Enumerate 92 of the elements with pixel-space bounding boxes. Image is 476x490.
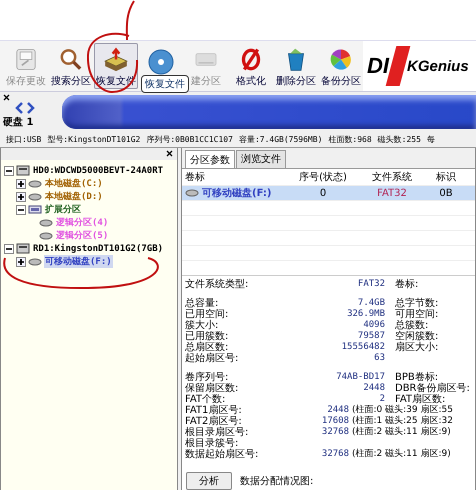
- close-icon: [166, 150, 173, 157]
- field-value: (柱面:2 磁头:11 扇区:9): [351, 427, 452, 438]
- partition-icon: [28, 204, 42, 215]
- field-label: 总容量:: [185, 298, 220, 309]
- disk-info-text: 容量:7.4GB(7596MB): [238, 134, 322, 145]
- column-header[interactable]: 标识: [432, 170, 460, 184]
- disk-info-text: 磁头数:255: [378, 134, 421, 145]
- disk-info-text: 柱面数:968: [328, 134, 372, 145]
- field-label: 数据起始扇区号:: [185, 449, 260, 460]
- field-value: 2448: [362, 383, 385, 394]
- field-label: FAT1扇区号:: [185, 405, 243, 416]
- field-label: 总扇区数:: [185, 342, 230, 353]
- table-row[interactable]: 可移动磁盘(F:) 0 FAT32 0B: [182, 186, 475, 201]
- disc-icon: [146, 47, 176, 77]
- field-label: 可用空间:: [394, 309, 440, 320]
- disk-info-text: 接口:USB: [6, 134, 42, 145]
- drive-icon: [39, 230, 53, 241]
- field-label: 已用簇数:: [185, 331, 230, 342]
- field-label: 卷序列号:: [185, 372, 230, 383]
- logo: DI KGenius: [363, 41, 476, 91]
- field-value: 15556482: [340, 342, 385, 353]
- column-header[interactable]: 卷标: [182, 170, 294, 184]
- field-label: 保留扇区数:: [185, 383, 240, 394]
- drive-icon: [28, 191, 42, 202]
- tree-item[interactable]: RD1:KingstonDT101G2(7GB): [32, 244, 164, 254]
- field-value: (柱面:2 磁头:11 扇区:9): [351, 449, 452, 460]
- field-label: 空闲簇数:: [394, 331, 440, 342]
- column-header[interactable]: 序号(状态): [294, 170, 352, 184]
- field-label: 总簇数:: [394, 320, 430, 331]
- tab[interactable]: 分区参数: [185, 150, 235, 168]
- drive-icon: [39, 217, 53, 228]
- expand-icon[interactable]: [16, 256, 26, 266]
- field-label: 总字节数:: [394, 298, 440, 309]
- field-value: 79587: [356, 331, 385, 342]
- close-icon: [3, 94, 10, 101]
- field-label: 根目录扇区号:: [185, 427, 250, 438]
- field-label: 已用空间:: [185, 309, 230, 320]
- field-value: 326.9MB: [346, 309, 385, 320]
- field-label: 扇区大小:: [394, 342, 440, 353]
- disk-info-text: 每: [426, 134, 435, 145]
- tooltip: 恢复文件: [141, 75, 189, 93]
- tree-item[interactable]: 本地磁盘(C:): [44, 177, 104, 190]
- field-label: DBR备份扇区号:: [394, 383, 471, 394]
- disk-label: 硬盘 1: [3, 116, 34, 129]
- field-value: 63: [373, 353, 385, 364]
- column-header[interactable]: 文件系统: [352, 170, 432, 184]
- drive-icon: [28, 256, 42, 267]
- tree-item[interactable]: 本地磁盘(D:): [44, 190, 104, 203]
- field-value: 7.4GB: [356, 298, 385, 309]
- collapse-icon[interactable]: [4, 166, 14, 176]
- tree-item[interactable]: 可移动磁盘(F:): [44, 255, 113, 268]
- analyze-button[interactable]: 分析: [186, 472, 232, 490]
- field-label: 簇大小:: [185, 320, 220, 331]
- field-value: 32768: [320, 427, 349, 438]
- field-value: 32768: [320, 449, 349, 460]
- field-value: 17608: [320, 416, 349, 427]
- partition-bar[interactable]: [62, 95, 476, 129]
- drive-icon: [185, 188, 199, 198]
- field-value: 4096: [362, 320, 385, 331]
- field-label: 起始扇区号:: [185, 353, 240, 364]
- allocation-label: 数据分配情况图:: [240, 474, 314, 488]
- field-label: FAT个数:: [185, 394, 226, 405]
- expand-icon[interactable]: [16, 192, 26, 202]
- collapse-icon[interactable]: [4, 244, 14, 254]
- table-cell-text: FAT32: [376, 188, 408, 198]
- drive-icon: [28, 178, 42, 189]
- field-label: FAT扇区数:: [395, 394, 446, 405]
- field-value: 74AB-BD17: [335, 372, 385, 383]
- toolbar-button[interactable]: 搜索分区: [49, 43, 93, 89]
- expand-icon[interactable]: [16, 178, 26, 188]
- field-value: 2448: [326, 405, 349, 416]
- toolbar-button[interactable]: 删除分区: [274, 43, 318, 89]
- toolbar-button[interactable]: 格式化: [229, 43, 273, 89]
- tree-item[interactable]: HD0:WDCWD5000BEVT-24A0RT: [32, 166, 164, 176]
- toolbar-button[interactable]: 备份分区: [319, 43, 363, 89]
- disk-info-text: 序列号:0B0B1CC1C107: [146, 134, 233, 145]
- field-value: 2: [378, 394, 385, 405]
- table-cell-text: 0: [318, 188, 328, 198]
- field-label: FAT2扇区号:: [185, 416, 243, 427]
- collapse-icon[interactable]: [16, 204, 26, 214]
- field-label: 文件系统类型:: [185, 279, 250, 290]
- field-label: BPB卷标:: [394, 372, 438, 383]
- disk-info-text: 型号:KingstonDT101G2: [47, 134, 140, 145]
- table-cell-text: 0B: [438, 188, 454, 198]
- field-value: (柱面:0 磁头:39 扇区:55: [351, 405, 454, 416]
- table-cell-text: 可移动磁盘(F:): [202, 186, 272, 200]
- tab[interactable]: 浏览文件: [236, 150, 286, 168]
- field-value: FAT32: [356, 279, 385, 290]
- tree-item[interactable]: 扩展分区: [44, 203, 82, 216]
- field-value: (柱面:1 磁头:25 扇区:32: [351, 416, 454, 426]
- field-label: 根目录簇号:: [185, 438, 240, 449]
- field-label: 卷标:: [394, 279, 420, 290]
